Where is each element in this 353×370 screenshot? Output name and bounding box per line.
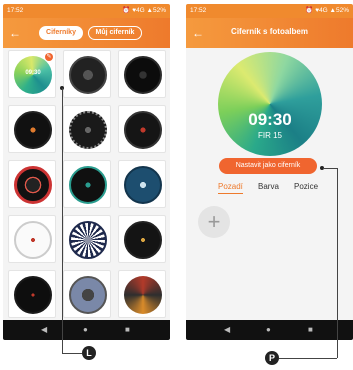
watchface-thumb-time: 09:30 [25,70,41,76]
edit-icon[interactable]: ✎ [45,53,53,61]
watchface-thumb-analog-red [124,111,162,149]
watchface-item[interactable] [8,215,56,263]
watchface-thumb-analog-rays [69,221,107,259]
back-arrow-icon[interactable]: ← [7,24,23,42]
status-time: 17:52 [7,7,24,14]
tab-watchfaces[interactable]: Ciferníky [39,26,83,40]
tab-background[interactable]: Pozadí [218,182,243,194]
watchface-thumb-analog-sport [69,111,107,149]
add-photo-button[interactable]: + [198,206,230,238]
system-nav-bar: ◀ ● ■ [186,320,353,340]
watchface-thumb-photo: 09:30 [14,56,52,94]
callout-marker-p: P [265,351,279,365]
nav-home-icon[interactable]: ● [83,325,88,335]
watchface-preview: 09:30 FIR 15 [218,52,322,156]
watchface-thumb-analog-gold [124,221,162,259]
status-icons: ⏰ ♥4G ▲52% [122,7,166,14]
tab-my-watchface[interactable]: Můj ciferník [88,26,142,40]
watchface-thumb-analog-multicolor [124,276,162,314]
callout-line-left-h [62,353,82,354]
watchface-item[interactable] [118,270,166,318]
callout-line-right [337,168,338,358]
status-bar: 17:52 ⏰ ♥4G ▲52% [186,4,353,18]
watchface-item[interactable] [8,270,56,318]
nav-home-icon[interactable]: ● [266,325,271,335]
watchface-list-screen: 17:52 ⏰ ♥4G ▲52% ← Ciferníky Můj ciferní… [3,4,170,340]
page-title: Ciferník s fotoalbem [231,27,308,36]
preview-date: FIR 15 [257,131,282,140]
system-nav-bar: ◀ ● ■ [3,320,170,340]
set-as-watchface-button[interactable]: Nastavit jako ciferník [219,158,317,174]
watchface-thumb-analog-ring [14,166,52,204]
watchface-item[interactable] [8,105,56,153]
watchface-thumb-analog-dark [69,56,107,94]
watchface-item[interactable]: 09:30 ✎ [8,50,56,98]
status-time: 17:52 [190,7,207,14]
callout-marker-l: L [82,346,96,360]
watchface-thumb-analog-pattern [69,276,107,314]
tab-position[interactable]: Pozice [294,182,318,191]
watchface-thumb-analog-orange [14,111,52,149]
callout-line-right-h2 [279,358,337,359]
watchface-thumb-analog-blue [124,166,162,204]
app-bar: ← Ciferníky Můj ciferník [3,18,170,48]
nav-back-icon[interactable]: ◀ [224,325,230,335]
watchface-item[interactable] [118,105,166,153]
watchface-item[interactable] [118,215,166,263]
tab-color[interactable]: Barva [258,182,279,191]
watchface-item[interactable] [63,50,111,98]
watchface-item[interactable] [63,270,111,318]
watchface-item[interactable] [63,215,111,263]
watchface-thumb-analog-minimal [14,276,52,314]
watchface-thumb-analog-white [14,221,52,259]
nav-recent-icon[interactable]: ■ [308,325,313,335]
watchface-thumb-analog-teal [69,166,107,204]
app-bar: ← Ciferník s fotoalbem [186,18,353,48]
callout-line-left [62,88,63,353]
status-icons: ⏰ ♥4G ▲52% [305,7,349,14]
watchface-item[interactable] [118,160,166,208]
watchface-detail-screen: 17:52 ⏰ ♥4G ▲52% ← Ciferník s fotoalbem … [186,4,353,340]
preview-time: 09:30 [248,110,292,129]
watchface-item[interactable] [63,160,111,208]
nav-recent-icon[interactable]: ■ [125,325,130,335]
watchface-thumb-analog-black [124,56,162,94]
watchface-item[interactable] [8,160,56,208]
watchface-item[interactable] [63,105,111,153]
watchface-item[interactable] [118,50,166,98]
callout-line-right-h1 [323,168,337,169]
nav-back-icon[interactable]: ◀ [41,325,47,335]
status-bar: 17:52 ⏰ ♥4G ▲52% [3,4,170,18]
